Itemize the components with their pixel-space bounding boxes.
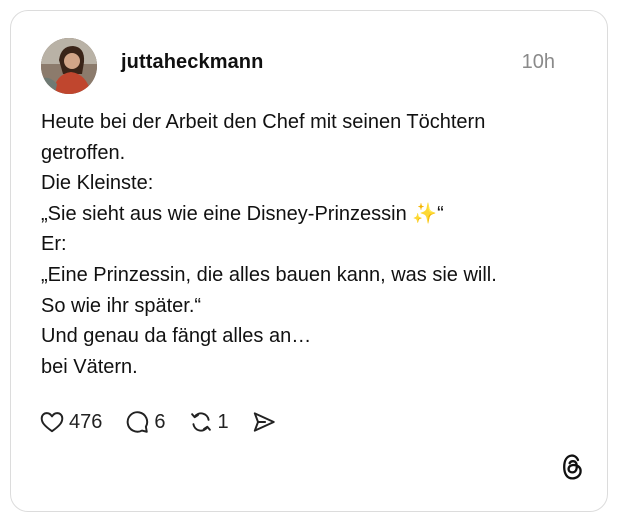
post-text-line: „Sie sieht aus wie eine Disney-Prinzessi… xyxy=(41,202,444,225)
post-text-line: So wie ihr später.“ xyxy=(41,294,202,317)
like-count: 476 xyxy=(69,410,103,433)
post-text-line: Und genau da fängt alles an… xyxy=(41,325,312,348)
like-button[interactable]: 476 xyxy=(39,409,102,435)
repost-button[interactable]: 1 xyxy=(188,409,229,435)
post-card: juttaheckmann 10h Heute bei der Arbeit d… xyxy=(10,10,608,512)
post-text-line: „Eine Prinzessin, die alles bauen kann, … xyxy=(41,263,497,286)
threads-logo-icon[interactable] xyxy=(561,453,585,486)
share-button[interactable] xyxy=(251,409,277,435)
post-text-line: Heute bei der Arbeit den Chef mit seinen… xyxy=(41,111,486,133)
repost-count: 1 xyxy=(217,410,229,433)
avatar-photo xyxy=(41,38,97,94)
post-text-line: Er: xyxy=(41,233,67,256)
action-bar: 476 6 1 xyxy=(39,407,299,437)
post-text-line: getroffen. xyxy=(41,141,126,164)
repost-icon xyxy=(190,412,211,432)
reply-button[interactable]: 6 xyxy=(124,409,166,435)
timestamp: 10h xyxy=(521,51,555,73)
send-icon xyxy=(253,412,275,432)
avatar[interactable] xyxy=(41,38,97,94)
username[interactable]: juttaheckmann xyxy=(121,51,263,74)
post-text-line: Die Kleinste: xyxy=(41,172,154,195)
reply-count: 6 xyxy=(154,410,166,433)
post-text: Heute bei der Arbeit den Chef mit seinen… xyxy=(41,107,571,382)
comment-bubble-icon xyxy=(127,411,149,433)
heart-icon xyxy=(40,412,64,433)
post-text-line: bei Vätern. xyxy=(41,355,138,378)
